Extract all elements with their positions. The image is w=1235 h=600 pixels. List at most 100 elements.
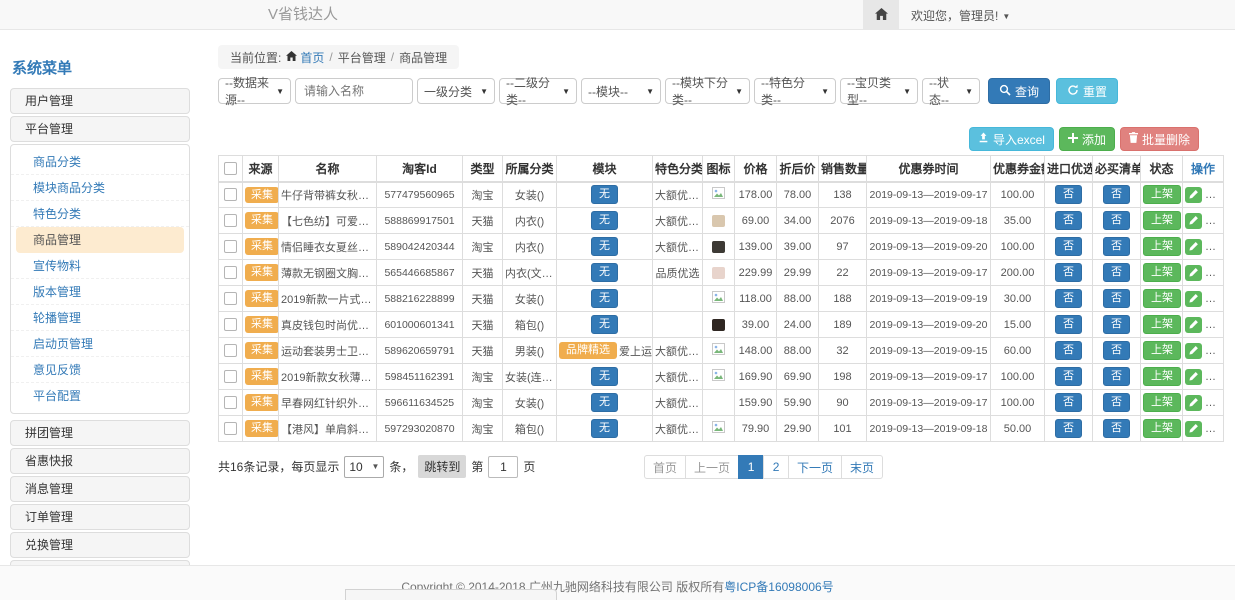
must-buy-toggle[interactable]: 否 (1103, 263, 1130, 282)
sidebar-submenu-item-商品管理[interactable]: 商品管理 (16, 227, 184, 253)
edit-button[interactable] (1185, 239, 1202, 255)
pager-button-首页[interactable]: 首页 (644, 455, 686, 479)
name-search-input[interactable] (295, 78, 413, 104)
home-button[interactable] (863, 0, 899, 30)
import-excel-button[interactable]: 导入excel (969, 127, 1054, 151)
module-badge[interactable]: 无 (591, 393, 618, 412)
status-button[interactable]: 上架 (1143, 393, 1181, 412)
row-checkbox[interactable] (224, 188, 237, 201)
sidebar-submenu-item-启动页管理[interactable]: 启动页管理 (11, 331, 189, 357)
import-select-toggle[interactable]: 否 (1055, 341, 1082, 360)
edit-button[interactable] (1185, 213, 1202, 229)
edit-button[interactable] (1185, 317, 1202, 333)
row-checkbox[interactable] (224, 214, 237, 227)
status-button[interactable]: 上架 (1143, 185, 1181, 204)
sidebar-item-订单管理[interactable]: 订单管理 (10, 504, 190, 530)
row-checkbox[interactable] (224, 318, 237, 331)
module-badge[interactable]: 无 (591, 263, 618, 282)
row-checkbox[interactable] (224, 422, 237, 435)
filter-select-source[interactable]: --数据来源--▼ (218, 78, 291, 104)
batch-delete-button[interactable]: 批量删除 (1120, 127, 1199, 151)
must-buy-toggle[interactable]: 否 (1103, 341, 1130, 360)
query-button[interactable]: 查询 (988, 78, 1050, 104)
pager-button-2[interactable]: 2 (763, 455, 789, 479)
module-badge[interactable]: 品牌精选 (559, 342, 617, 359)
import-select-toggle[interactable]: 否 (1055, 211, 1082, 230)
sidebar-item-消息管理[interactable]: 消息管理 (10, 476, 190, 502)
filter-select-4[interactable]: --特色分类--▼ (754, 78, 836, 104)
import-select-toggle[interactable]: 否 (1055, 419, 1082, 438)
must-buy-toggle[interactable]: 否 (1103, 237, 1130, 256)
edit-button[interactable] (1185, 187, 1202, 203)
module-badge[interactable]: 无 (591, 211, 618, 230)
filter-select-3[interactable]: --模块下分类--▼ (665, 78, 750, 104)
status-button[interactable]: 上架 (1143, 367, 1181, 386)
module-badge[interactable]: 无 (591, 367, 618, 386)
status-button[interactable]: 上架 (1143, 315, 1181, 334)
sidebar-submenu-item-特色分类[interactable]: 特色分类 (11, 201, 189, 227)
sidebar-item-拼团管理[interactable]: 拼团管理 (10, 420, 190, 446)
import-select-toggle[interactable]: 否 (1055, 315, 1082, 334)
must-buy-toggle[interactable]: 否 (1103, 393, 1130, 412)
status-button[interactable]: 上架 (1143, 237, 1181, 256)
status-button[interactable]: 上架 (1143, 419, 1181, 438)
per-page-select[interactable]: 10▼ (344, 456, 384, 478)
filter-select-6[interactable]: --状态--▼ (922, 78, 980, 104)
must-buy-toggle[interactable]: 否 (1103, 367, 1130, 386)
import-select-toggle[interactable]: 否 (1055, 263, 1082, 282)
module-badge[interactable]: 无 (591, 185, 618, 204)
sidebar-submenu-item-意见反馈[interactable]: 意见反馈 (11, 357, 189, 383)
sidebar-submenu-item-宣传物料[interactable]: 宣传物料 (11, 253, 189, 279)
module-badge[interactable]: 无 (591, 237, 618, 256)
sidebar-item-省惠快报[interactable]: 省惠快报 (10, 448, 190, 474)
breadcrumb-home-link[interactable]: 首页 (286, 49, 324, 66)
filter-select-1[interactable]: --二级分类--▼ (499, 78, 577, 104)
edit-button[interactable] (1185, 395, 1202, 411)
row-checkbox[interactable] (224, 396, 237, 409)
edit-button[interactable] (1185, 291, 1202, 307)
row-checkbox[interactable] (224, 240, 237, 253)
sidebar-submenu-item-轮播管理[interactable]: 轮播管理 (11, 305, 189, 331)
sidebar-submenu-item-商品分类[interactable]: 商品分类 (11, 149, 189, 175)
edit-button[interactable] (1185, 265, 1202, 281)
row-checkbox[interactable] (224, 344, 237, 357)
pager-button-末页[interactable]: 末页 (841, 455, 883, 479)
must-buy-toggle[interactable]: 否 (1103, 315, 1130, 334)
row-checkbox[interactable] (224, 370, 237, 383)
sidebar-item-兑换管理[interactable]: 兑换管理 (10, 532, 190, 558)
edit-button[interactable] (1185, 421, 1202, 437)
pager-button-上一页[interactable]: 上一页 (685, 455, 739, 479)
module-badge[interactable]: 无 (591, 315, 618, 334)
must-buy-toggle[interactable]: 否 (1103, 211, 1130, 230)
module-badge[interactable]: 无 (591, 289, 618, 308)
module-badge[interactable]: 无 (591, 419, 618, 438)
row-checkbox[interactable] (224, 266, 237, 279)
jump-button[interactable]: 跳转到 (418, 455, 466, 478)
sidebar-item-平台管理[interactable]: 平台管理 (10, 116, 190, 142)
import-select-toggle[interactable]: 否 (1055, 367, 1082, 386)
sidebar-item-用户管理[interactable]: 用户管理 (10, 88, 190, 114)
reset-button[interactable]: 重置 (1056, 78, 1118, 104)
edit-button[interactable] (1185, 343, 1202, 359)
sidebar-submenu-item-平台配置[interactable]: 平台配置 (11, 383, 189, 409)
add-button[interactable]: 添加 (1059, 127, 1115, 151)
edit-button[interactable] (1185, 369, 1202, 385)
import-select-toggle[interactable]: 否 (1055, 185, 1082, 204)
sidebar-submenu-item-版本管理[interactable]: 版本管理 (11, 279, 189, 305)
must-buy-toggle[interactable]: 否 (1103, 419, 1130, 438)
filter-select-0[interactable]: 一级分类▼ (417, 78, 495, 104)
import-select-toggle[interactable]: 否 (1055, 237, 1082, 256)
select-all-checkbox[interactable] (224, 162, 237, 175)
pager-button-下一页[interactable]: 下一页 (788, 455, 842, 479)
must-buy-toggle[interactable]: 否 (1103, 289, 1130, 308)
pager-button-1[interactable]: 1 (738, 455, 764, 479)
user-menu[interactable]: 欢迎您，管理员!▼ (911, 7, 1010, 24)
import-select-toggle[interactable]: 否 (1055, 289, 1082, 308)
page-number-input[interactable] (488, 456, 518, 478)
must-buy-toggle[interactable]: 否 (1103, 185, 1130, 204)
sidebar-submenu-item-模块商品分类[interactable]: 模块商品分类 (11, 175, 189, 201)
row-checkbox[interactable] (224, 292, 237, 305)
status-button[interactable]: 上架 (1143, 341, 1181, 360)
import-select-toggle[interactable]: 否 (1055, 393, 1082, 412)
filter-select-2[interactable]: --模块--▼ (581, 78, 661, 104)
